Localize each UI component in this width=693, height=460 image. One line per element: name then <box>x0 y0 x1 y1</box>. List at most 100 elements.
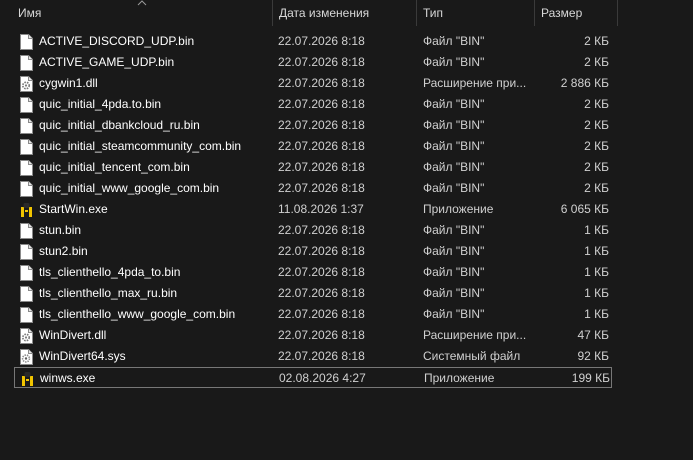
file-type: Расширение при... <box>423 76 527 90</box>
file-icon <box>20 286 33 302</box>
file-type: Системный файл <box>423 349 521 363</box>
exe-app-icon <box>20 202 33 218</box>
file-date-modified: 02.08.2026 4:27 <box>279 371 366 385</box>
exe-app-icon <box>21 371 34 387</box>
column-header-size[interactable]: Размер <box>535 0 617 26</box>
file-type: Файл "BIN" <box>423 286 485 300</box>
column-divider[interactable] <box>617 0 618 26</box>
file-date-modified: 22.07.2026 8:18 <box>278 76 365 90</box>
file-icon <box>20 244 33 260</box>
file-type: Приложение <box>423 202 494 216</box>
file-name: quic_initial_www_google_com.bin <box>39 181 220 195</box>
file-type: Файл "BIN" <box>423 307 485 321</box>
file-date-modified: 22.07.2026 8:18 <box>278 223 365 237</box>
file-date-modified: 22.07.2026 8:18 <box>278 265 365 279</box>
file-size: 1 КБ <box>584 265 609 279</box>
file-size: 2 886 КБ <box>560 76 609 90</box>
column-header-date[interactable]: Дата изменения <box>273 0 416 26</box>
file-type: Файл "BIN" <box>423 55 485 69</box>
file-name: tls_clienthello_4pda_to.bin <box>39 265 181 279</box>
file-name: stun2.bin <box>39 244 88 258</box>
file-size: 1 КБ <box>584 244 609 258</box>
file-row[interactable]: tls_clienthello_www_google_com.bin 22.07.… <box>14 304 612 325</box>
file-row[interactable]: ACTIVE_DISCORD_UDP.bin 22.07.2026 8:18 Фай… <box>14 31 612 52</box>
file-type: Файл "BIN" <box>423 181 485 195</box>
file-name: tls_clienthello_max_ru.bin <box>39 286 178 300</box>
file-type: Приложение <box>424 371 495 385</box>
file-icon <box>20 55 33 71</box>
file-icon <box>20 97 33 113</box>
file-icon <box>20 181 33 197</box>
file-name: StartWin.exe <box>39 202 108 216</box>
file-size: 92 КБ <box>577 349 609 363</box>
file-size: 2 КБ <box>584 181 609 195</box>
dll-file-icon <box>20 76 33 92</box>
file-date-modified: 22.07.2026 8:18 <box>278 34 365 48</box>
file-size: 2 КБ <box>584 139 609 153</box>
file-row[interactable]: ACTIVE_GAME_UDP.bin 22.07.2026 8:18 Файл "… <box>14 52 612 73</box>
file-row[interactable]: cygwin1.dll 22.07.2026 8:18 Расширение при… <box>14 73 612 94</box>
sort-ascending-icon <box>137 0 147 6</box>
file-row[interactable]: tls_clienthello_4pda_to.bin 22.07.2026 8:… <box>14 262 612 283</box>
file-date-modified: 22.07.2026 8:18 <box>278 328 365 342</box>
file-size: 2 КБ <box>584 118 609 132</box>
column-header-bar: Имя Дата изменения Тип Размер <box>0 0 693 26</box>
sys-file-icon <box>20 349 33 365</box>
file-row[interactable]: WinDivert.dll 22.07.2026 8:18 Расширение п… <box>14 325 612 346</box>
file-row[interactable]: winws.exe 02.08.2026 4:27 Приложение 199 КБ <box>14 367 612 388</box>
file-date-modified: 22.07.2026 8:18 <box>278 244 365 258</box>
file-type: Расширение при... <box>423 328 527 342</box>
file-date-modified: 22.07.2026 8:18 <box>278 349 365 363</box>
file-type: Файл "BIN" <box>423 34 485 48</box>
file-date-modified: 22.07.2026 8:18 <box>278 118 365 132</box>
file-type: Файл "BIN" <box>423 265 485 279</box>
file-name: ACTIVE_DISCORD_UDP.bin <box>39 34 195 48</box>
file-icon <box>20 223 33 239</box>
file-name: quic_initial_dbankcloud_ru.bin <box>39 118 200 132</box>
dll-file-icon <box>20 328 33 344</box>
file-name: WinDivert64.sys <box>39 349 126 363</box>
file-row[interactable]: tls_clienthello_max_ru.bin 22.07.2026 8:1… <box>14 283 612 304</box>
file-size: 1 КБ <box>584 223 609 237</box>
file-date-modified: 22.07.2026 8:18 <box>278 160 365 174</box>
column-header-size-label: Размер <box>541 6 583 20</box>
file-row[interactable]: quic_initial_dbankcloud_ru.bin 22.07.2026… <box>14 115 612 136</box>
file-size: 6 065 КБ <box>560 202 609 216</box>
file-name: winws.exe <box>40 371 96 385</box>
file-name: tls_clienthello_www_google_com.bin <box>39 307 236 321</box>
file-type: Файл "BIN" <box>423 244 485 258</box>
file-name: ACTIVE_GAME_UDP.bin <box>39 55 175 69</box>
file-date-modified: 22.07.2026 8:18 <box>278 286 365 300</box>
file-size: 47 КБ <box>577 328 609 342</box>
file-row[interactable]: stun.bin 22.07.2026 8:18 Файл "BIN" 1 КБ <box>14 220 612 241</box>
file-icon <box>20 118 33 134</box>
file-type: Файл "BIN" <box>423 160 485 174</box>
file-type: Файл "BIN" <box>423 97 485 111</box>
file-name: WinDivert.dll <box>39 328 107 342</box>
file-date-modified: 22.07.2026 8:18 <box>278 97 365 111</box>
file-size: 1 КБ <box>584 307 609 321</box>
file-row[interactable]: WinDivert64.sys 22.07.2026 8:18 Системный … <box>14 346 612 367</box>
file-name: cygwin1.dll <box>39 76 98 90</box>
file-icon <box>20 307 33 323</box>
file-icon <box>20 160 33 176</box>
file-type: Файл "BIN" <box>423 118 485 132</box>
file-row[interactable]: quic_initial_tencent_com.bin 22.07.2026 8… <box>14 157 612 178</box>
file-row[interactable]: quic_initial_4pda.to.bin 22.07.2026 8:18 Ф… <box>14 94 612 115</box>
column-header-name[interactable]: Имя <box>0 0 272 26</box>
file-name: quic_initial_steamcommunity_com.bin <box>39 139 242 153</box>
file-size: 2 КБ <box>584 34 609 48</box>
file-row[interactable]: quic_initial_steamcommunity_com.bin 22.07… <box>14 136 612 157</box>
file-date-modified: 22.07.2026 8:18 <box>278 307 365 321</box>
file-row[interactable]: quic_initial_www_google_com.bin 22.07.202… <box>14 178 612 199</box>
file-size: 2 КБ <box>584 97 609 111</box>
file-type: Файл "BIN" <box>423 139 485 153</box>
file-date-modified: 22.07.2026 8:18 <box>278 55 365 69</box>
column-header-date-label: Дата изменения <box>279 6 370 20</box>
column-header-type[interactable]: Тип <box>417 0 534 26</box>
file-row[interactable]: stun2.bin 22.07.2026 8:18 Файл "BIN" 1 КБ <box>14 241 612 262</box>
file-icon <box>20 265 33 281</box>
file-date-modified: 22.07.2026 8:18 <box>278 139 365 153</box>
column-header-type-label: Тип <box>423 6 444 20</box>
file-row[interactable]: StartWin.exe 11.08.2026 1:37 Приложение 6 0… <box>14 199 612 220</box>
